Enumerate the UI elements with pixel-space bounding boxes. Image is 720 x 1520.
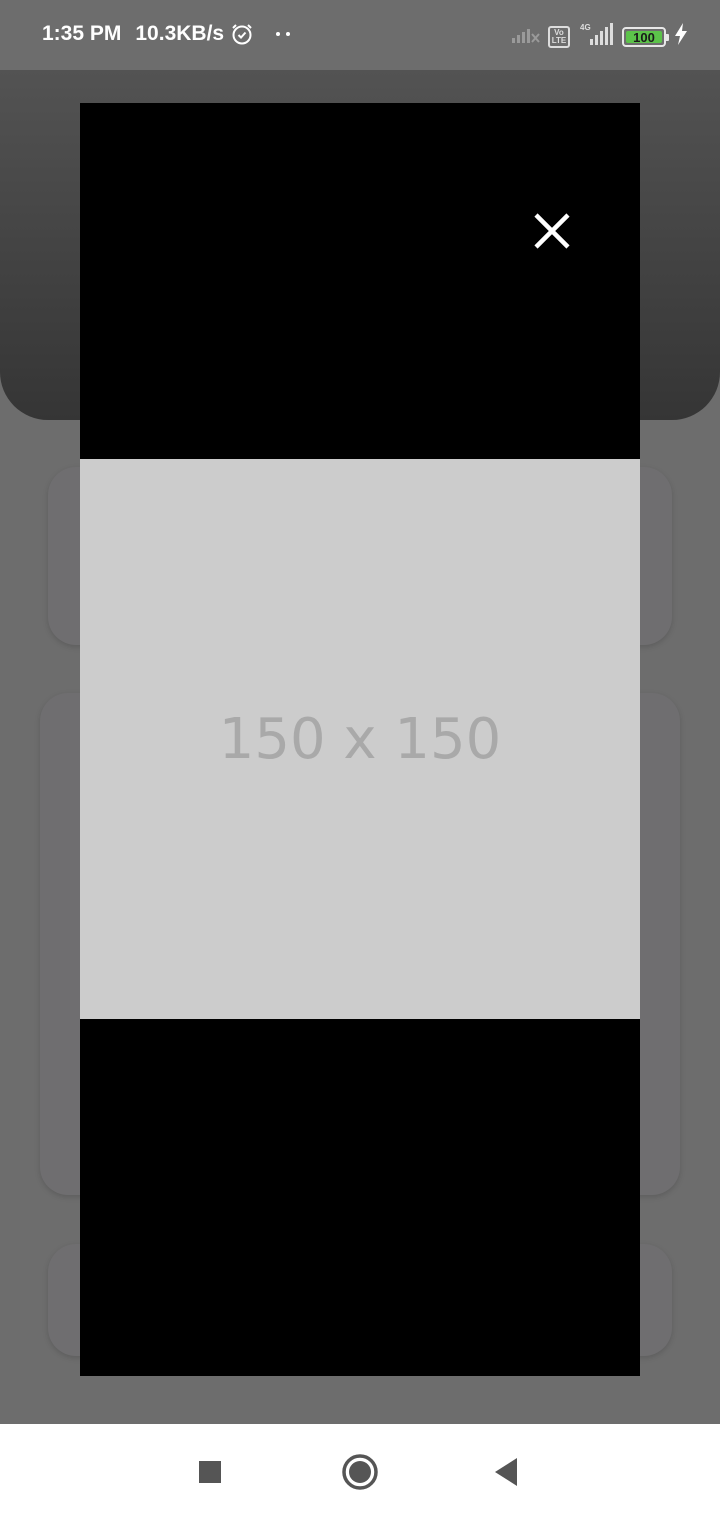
status-time: 1:35 PM xyxy=(42,22,122,45)
recents-button[interactable] xyxy=(186,1448,234,1496)
placeholder-text: 150 x 150 xyxy=(218,706,502,772)
placeholder-image: 150 x 150 xyxy=(80,459,640,1019)
network-speed: 10.3KB/s xyxy=(135,22,225,45)
notification-dots-icon xyxy=(276,32,291,36)
square-icon xyxy=(199,1461,221,1483)
battery-icon: 100 xyxy=(622,27,669,47)
status-left: 1:35 PM 10.3KB/s xyxy=(42,22,291,46)
signal-no-service-icon xyxy=(512,24,540,50)
home-button[interactable] xyxy=(336,1448,384,1496)
triangle-back-icon xyxy=(495,1458,517,1486)
battery-level: 100 xyxy=(633,29,655,45)
navigation-bar xyxy=(0,1424,720,1520)
volte-icon: Vo LTE xyxy=(548,26,570,48)
circle-icon xyxy=(342,1454,378,1490)
image-viewer: 150 x 150 xyxy=(80,103,640,1376)
status-right: Vo LTE 4G 100 xyxy=(512,22,688,52)
status-bar: 1:35 PM 10.3KB/s Vo LTE 4G 100 xyxy=(0,0,720,70)
alarm-clock-icon xyxy=(230,22,254,46)
back-button[interactable] xyxy=(482,1448,530,1496)
close-icon xyxy=(534,213,570,249)
svg-text:4G: 4G xyxy=(580,23,591,32)
close-button[interactable] xyxy=(526,205,578,257)
signal-4g-icon: 4G xyxy=(578,22,614,52)
lightning-bolt-icon xyxy=(674,23,688,51)
